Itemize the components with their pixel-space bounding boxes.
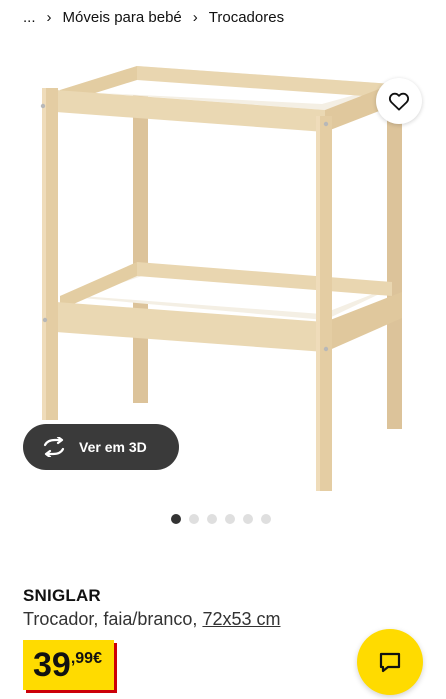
product-image-gallery[interactable]: Ver em 3D — [0, 40, 446, 505]
carousel-dot[interactable] — [189, 514, 199, 524]
chevron-right-icon: › — [192, 8, 198, 26]
carousel-dot[interactable] — [243, 514, 253, 524]
carousel-dot[interactable] — [207, 514, 217, 524]
carousel-dot[interactable] — [225, 514, 235, 524]
breadcrumb: ... › Móveis para bebé › Trocadores — [23, 6, 284, 28]
breadcrumb-ellipsis[interactable]: ... — [23, 9, 36, 26]
product-name: SNIGLAR — [23, 586, 101, 605]
heart-icon — [388, 92, 410, 111]
carousel-pagination — [171, 514, 271, 524]
chevron-right-icon: › — [46, 8, 52, 26]
breadcrumb-item-baby-furniture[interactable]: Móveis para bebé — [63, 9, 182, 26]
product-description-text: Trocador, faia/branco, — [23, 609, 203, 629]
carousel-dot[interactable] — [171, 514, 181, 524]
favorite-button[interactable] — [376, 78, 422, 124]
chat-button[interactable] — [357, 629, 423, 695]
price-integer: 39 — [33, 646, 71, 684]
carousel-dot[interactable] — [261, 514, 271, 524]
product-size-link[interactable]: 72x53 cm — [202, 609, 280, 629]
price-decimal: ,99€ — [70, 650, 102, 667]
product-description: Trocador, faia/branco, 72x53 cm — [23, 609, 280, 630]
view-3d-label: Ver em 3D — [79, 439, 147, 455]
chat-icon — [379, 652, 401, 673]
rotate-3d-icon — [41, 437, 67, 457]
view-3d-button[interactable]: Ver em 3D — [23, 424, 179, 470]
price-tag: 39 ,99€ — [23, 640, 114, 690]
breadcrumb-item-changing-tables[interactable]: Trocadores — [209, 9, 284, 26]
